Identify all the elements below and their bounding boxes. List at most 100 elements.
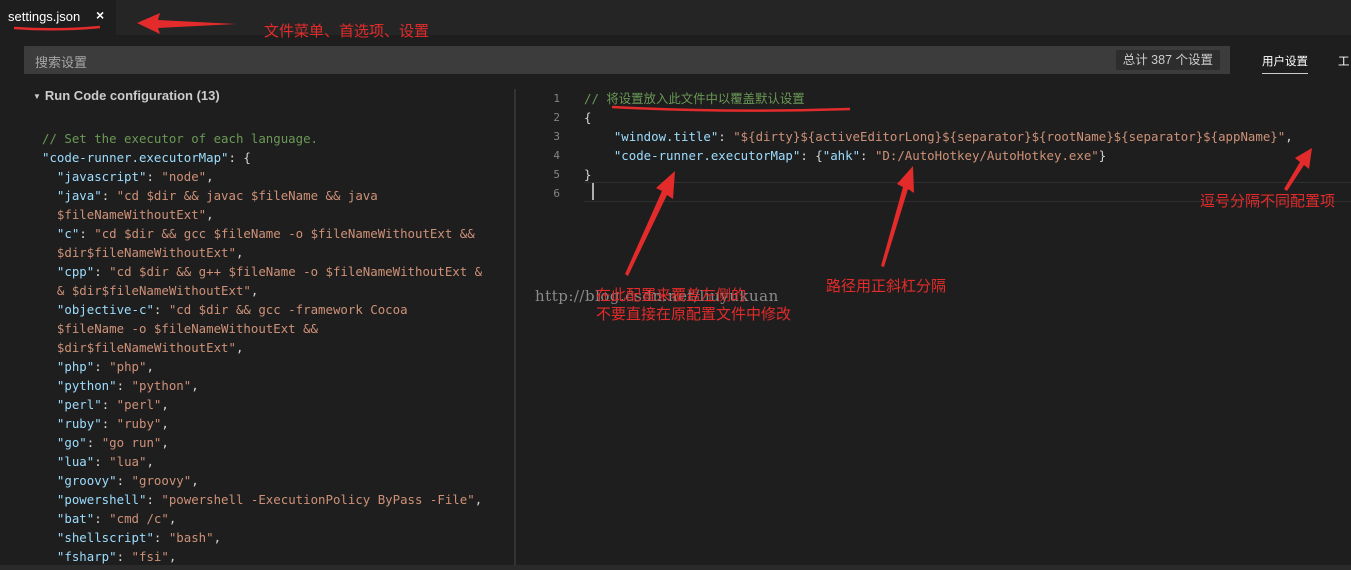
code-token: // Set the executor of each language. bbox=[42, 131, 319, 146]
code-token: $dir$fileNameWithoutExt" bbox=[42, 245, 236, 260]
code-token: , bbox=[146, 454, 154, 469]
code-token: "code-runner.executorMap" bbox=[42, 150, 229, 165]
code-token: : bbox=[116, 473, 132, 488]
code-token: "php" bbox=[56, 359, 95, 374]
code-token: "php" bbox=[109, 359, 147, 374]
annotation-comma: 逗号分隔不同配置项 bbox=[1200, 192, 1336, 210]
code-line: "ruby": "ruby", bbox=[42, 414, 482, 433]
line-number: 6 bbox=[553, 187, 560, 200]
code-token: $fileName -o $fileNameWithoutExt && bbox=[42, 321, 319, 336]
code-line: // Set the executor of each language. bbox=[42, 129, 482, 148]
code-line: "powershell": "powershell -ExecutionPoli… bbox=[42, 490, 482, 509]
code-line: { bbox=[584, 108, 1293, 127]
user-settings-editor[interactable]: 1 2 3 4 5 6 // 将设置放入此文件中以覆盖默认设置 { "window.titl… bbox=[516, 89, 1351, 570]
code-token: "groovy" bbox=[56, 473, 117, 488]
code-token: , bbox=[206, 207, 214, 222]
code-line: "javascript": "node", bbox=[42, 167, 482, 186]
annotation-path: 路径用正斜杠分隔 bbox=[826, 277, 947, 295]
code-token: , bbox=[474, 492, 483, 507]
code-token: "window.title" bbox=[613, 129, 719, 144]
tab-bar: settings.json × bbox=[0, 0, 1351, 35]
code-token: , bbox=[235, 245, 244, 260]
code-token: "D:/AutoHotkey/AutoHotkey.exe" bbox=[874, 148, 1099, 163]
default-settings-pane[interactable]: ▼ Run Code configuration (13) // Set the … bbox=[0, 89, 514, 570]
code-token: , bbox=[161, 397, 169, 412]
search-input[interactable]: 搜索设置 总计 387 个设置 bbox=[24, 46, 1230, 74]
line-number: 3 bbox=[553, 130, 560, 143]
line-number: 4 bbox=[553, 149, 560, 162]
active-tab-indicator bbox=[1262, 73, 1308, 74]
tab-workspace-settings[interactable]: 工 bbox=[1338, 53, 1350, 69]
code-token: "c" bbox=[56, 226, 80, 241]
code-token: $dir$fileNameWithoutExt" bbox=[42, 340, 236, 355]
tab-label: settings.json bbox=[8, 9, 81, 24]
code-line: "java": "cd $dir && javac $fileName && j… bbox=[42, 186, 482, 205]
code-line: "fsharp": "fsi", bbox=[42, 547, 482, 566]
code-token: "perl" bbox=[56, 397, 102, 412]
code-line: "bat": "cmd /c", bbox=[42, 509, 482, 528]
code-token: "java" bbox=[56, 188, 102, 203]
code-line: "window.title": "${dirty}${activeEditorL… bbox=[584, 127, 1293, 146]
collapse-triangle-icon[interactable]: ▼ bbox=[33, 92, 41, 101]
code-token: : bbox=[153, 530, 169, 545]
code-token: & $dir$fileNameWithoutExt" bbox=[42, 283, 251, 298]
code-token: "node" bbox=[161, 169, 207, 184]
code-line: $fileName -o $fileNameWithoutExt && bbox=[42, 319, 482, 338]
code-token: , bbox=[235, 340, 244, 355]
code-token: , bbox=[213, 530, 222, 545]
code-line: "objective-c": "cd $dir && gcc -framewor… bbox=[42, 300, 482, 319]
annotation-override-line1: 在此配置来覆盖左侧的 bbox=[596, 286, 747, 304]
code-token: : bbox=[101, 416, 117, 431]
code-token: // 将设置放入此文件中以覆盖默认设置 bbox=[584, 91, 805, 106]
settings-count-badge: 总计 387 个设置 bbox=[1115, 50, 1220, 70]
code-line: "perl": "perl", bbox=[42, 395, 482, 414]
code-token: "lua" bbox=[56, 454, 95, 469]
tab-user-settings[interactable]: 用户设置 bbox=[1262, 53, 1308, 69]
code-token: "javascript" bbox=[56, 169, 147, 184]
code-token: : bbox=[94, 454, 110, 469]
code-token: "bat" bbox=[56, 511, 95, 526]
search-placeholder: 搜索设置 bbox=[35, 55, 88, 70]
code-token: "powershell -ExecutionPolicy ByPass -Fil… bbox=[161, 492, 475, 507]
code-token: "cd $dir && gcc $fileName -o $fileNameWi… bbox=[94, 226, 475, 241]
code-line: "python": "python", bbox=[42, 376, 482, 395]
code-token: { bbox=[584, 110, 592, 125]
line-number-gutter: 1 2 3 4 5 6 bbox=[516, 89, 560, 203]
code-token: "go" bbox=[56, 435, 87, 450]
tab-settings-json[interactable]: settings.json × bbox=[0, 0, 116, 35]
code-line: "cpp": "cd $dir && g++ $fileName -o $fil… bbox=[42, 262, 482, 281]
code-token: , bbox=[250, 283, 259, 298]
code-token: "cd $dir && javac $fileName && java bbox=[116, 188, 378, 203]
section-header[interactable]: ▼ Run Code configuration (13) bbox=[33, 89, 220, 103]
code-token: : bbox=[146, 492, 162, 507]
code-token: "powershell" bbox=[56, 492, 147, 507]
code-line: "code-runner.executorMap": { bbox=[42, 148, 482, 167]
code-token: "ahk" bbox=[822, 148, 861, 163]
close-icon[interactable]: × bbox=[96, 7, 104, 23]
code-token: : bbox=[860, 148, 875, 163]
code-line: "lua": "lua", bbox=[42, 452, 482, 471]
code-token: , bbox=[161, 435, 169, 450]
code-token: "cmd /c" bbox=[109, 511, 169, 526]
code-line: "c": "cd $dir && gcc $fileName -o $fileN… bbox=[42, 224, 482, 243]
code-token: , bbox=[191, 378, 199, 393]
code-token: , bbox=[206, 169, 214, 184]
code-token: : bbox=[94, 511, 110, 526]
code-token: "bash" bbox=[168, 530, 214, 545]
annotation-file-menu: 文件菜单、首选项、设置 bbox=[264, 22, 430, 40]
code-token: , bbox=[168, 511, 177, 526]
code-line: $dir$fileNameWithoutExt", bbox=[42, 243, 482, 262]
text-cursor bbox=[592, 183, 594, 200]
code-token: : { bbox=[800, 148, 823, 163]
